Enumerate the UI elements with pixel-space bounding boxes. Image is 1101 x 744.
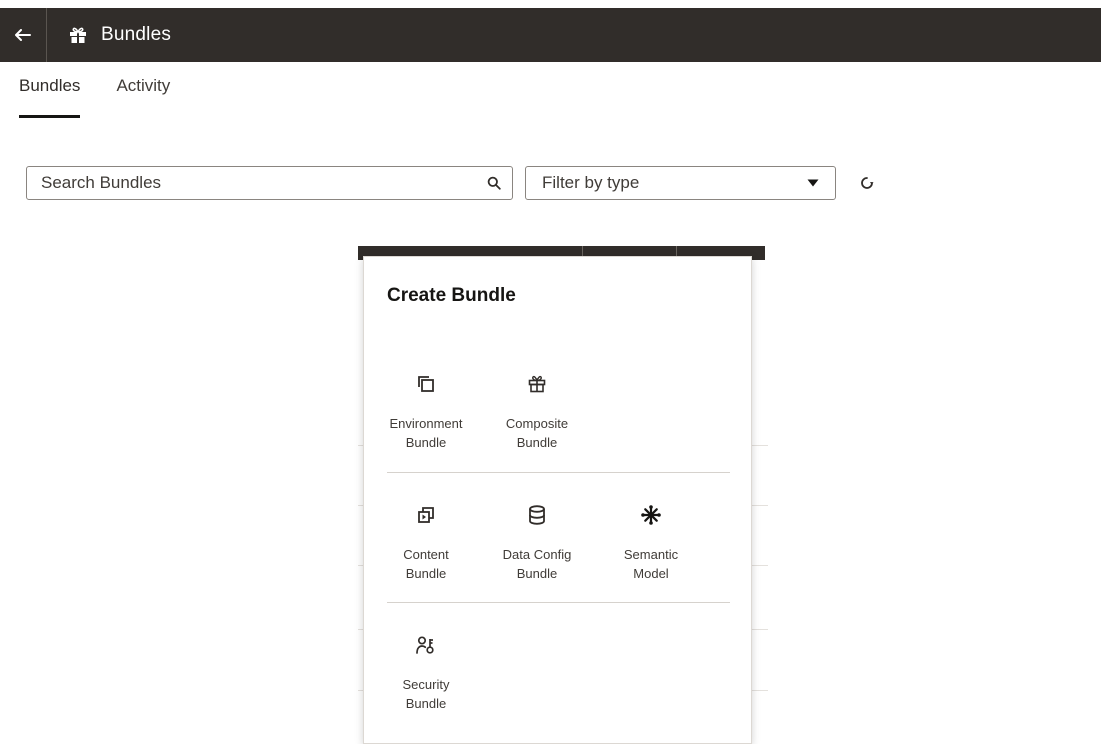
search-button[interactable]	[476, 176, 512, 190]
back-arrow-icon	[15, 29, 31, 41]
popup-title: Create Bundle	[387, 285, 516, 306]
semantic-model-option[interactable]: Semantic Model	[606, 501, 696, 583]
composite-bundle-option[interactable]: Composite Bundle	[492, 370, 582, 452]
environment-bundle-option[interactable]: Environment Bundle	[381, 370, 471, 452]
search-input[interactable]	[27, 167, 476, 199]
tab-activity[interactable]: Activity	[116, 76, 170, 118]
composite-bundle-label: Composite Bundle	[505, 416, 569, 450]
page-title: Bundles	[101, 24, 172, 45]
copy-icon	[418, 376, 434, 392]
filter-by-type-select[interactable]: Filter by type	[525, 166, 836, 200]
search-icon	[487, 176, 501, 190]
user-key-icon	[416, 636, 434, 654]
security-bundle-label: Security Bundle	[402, 677, 450, 711]
data-config-bundle-label: Data Config Bundle	[502, 547, 572, 581]
content-bundle-option[interactable]: Content Bundle	[381, 501, 471, 583]
semantic-model-label: Semantic Model	[623, 547, 679, 581]
chevron-down-icon	[807, 179, 819, 187]
database-icon	[529, 505, 545, 525]
filter-label: Filter by type	[542, 173, 640, 192]
tab-bundles[interactable]: Bundles	[19, 76, 81, 118]
snowflake-icon	[641, 505, 661, 525]
app-root: Bundles Bundles Activity Filter by type	[0, 0, 1101, 744]
create-bundle-popup: Create Bundle Environment Bundle Composi…	[363, 256, 752, 744]
popup-divider	[387, 602, 730, 603]
header-title-group: Bundles	[69, 24, 171, 46]
gift-icon	[70, 27, 86, 43]
environment-bundle-label: Environment Bundle	[389, 416, 463, 450]
back-button[interactable]	[0, 8, 47, 62]
refresh-button[interactable]	[854, 170, 880, 196]
content-bundle-label: Content Bundle	[403, 547, 449, 581]
security-bundle-option[interactable]: Security Bundle	[381, 631, 471, 713]
app-header: Bundles	[0, 8, 1101, 62]
popup-divider	[387, 472, 730, 473]
data-config-bundle-option[interactable]: Data Config Bundle	[492, 501, 582, 583]
content-icon	[418, 507, 434, 523]
tab-bar: Bundles Activity	[19, 76, 206, 118]
refresh-icon	[861, 177, 874, 189]
search-box	[26, 166, 513, 200]
gift-icon	[528, 375, 546, 393]
